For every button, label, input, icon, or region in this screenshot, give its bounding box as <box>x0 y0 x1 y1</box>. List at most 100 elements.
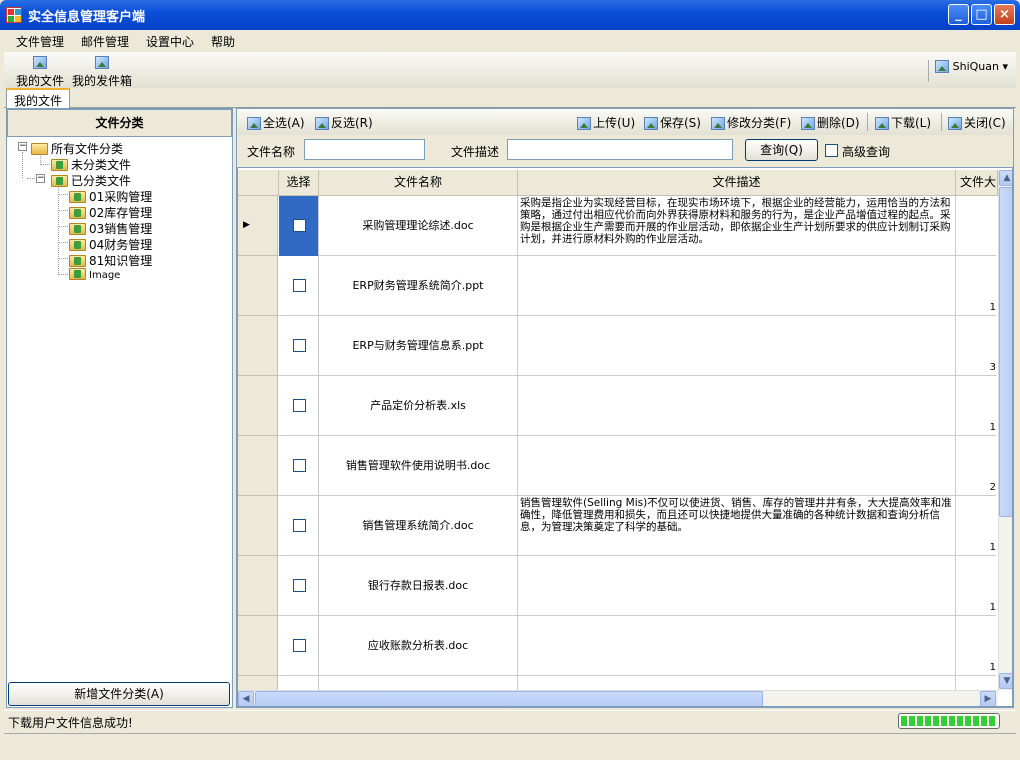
row-header[interactable] <box>238 496 278 556</box>
table-row[interactable]: 销售管理系统简介.doc 销售管理软件(Selling Mis)不仅可以使进货、销… <box>238 496 996 556</box>
tree-node-unclassified[interactable]: 未分类文件 <box>51 156 131 173</box>
file-name-cell[interactable]: 采购管理理论综述.doc <box>319 196 518 256</box>
menu-settings[interactable]: 设置中心 <box>146 33 194 50</box>
file-size-cell[interactable] <box>956 196 998 256</box>
table-row[interactable]: ▶ 采购管理理论综述.doc 采购是指企业为实现经营目标，在现实市场环境下，根据企业… <box>238 196 996 256</box>
select-cell[interactable] <box>279 616 319 676</box>
file-size-cell[interactable]: 3 <box>956 316 998 376</box>
menu-mail-management[interactable]: 邮件管理 <box>81 33 129 50</box>
row-checkbox[interactable] <box>293 519 306 532</box>
change-category-button[interactable]: 修改分类(F) <box>711 114 791 131</box>
file-size-cell[interactable]: 1 <box>956 376 998 436</box>
title-bar[interactable]: 实全信息管理客户端 _ □ × <box>0 0 1020 30</box>
tree-node-child[interactable]: 04财务管理 <box>69 236 152 253</box>
select-cell[interactable] <box>279 496 319 556</box>
menu-file-management[interactable]: 文件管理 <box>16 33 64 50</box>
file-desc-cell[interactable] <box>518 376 956 436</box>
table-row[interactable] <box>238 676 996 690</box>
table-row[interactable]: 应收账款分析表.doc 1 <box>238 616 996 676</box>
select-cell[interactable] <box>279 436 319 496</box>
tree-node-child[interactable]: 01采购管理 <box>69 188 152 205</box>
file-name-cell[interactable]: 销售管理系统简介.doc <box>319 496 518 556</box>
row-header[interactable] <box>238 676 278 690</box>
close-button[interactable]: 关闭(C) <box>948 114 1006 131</box>
save-button[interactable]: 保存(S) <box>644 114 701 131</box>
tree-node-child[interactable]: 03销售管理 <box>69 220 152 237</box>
download-button[interactable]: 下载(L) <box>875 114 931 131</box>
file-size-cell[interactable]: 1 <box>956 556 998 616</box>
maximize-button[interactable]: □ <box>971 4 992 25</box>
table-row[interactable]: 产品定价分析表.xls 1 <box>238 376 996 436</box>
file-name-cell[interactable] <box>319 676 518 690</box>
tree-node-child[interactable]: 81知识管理 <box>69 252 152 269</box>
close-window-button[interactable]: × <box>994 4 1015 25</box>
table-row[interactable]: ERP与财务管理信息系.ppt 3 <box>238 316 996 376</box>
table-row[interactable]: 银行存款日报表.doc 1 <box>238 556 996 616</box>
file-size-cell[interactable]: 1 <box>956 496 998 556</box>
tab-my-files[interactable]: 我的文件 <box>6 88 71 108</box>
column-header-select[interactable]: 选择 <box>279 170 319 196</box>
select-cell[interactable] <box>279 316 319 376</box>
user-menu[interactable]: ShiQuan ▾ <box>928 60 1008 82</box>
file-name-cell[interactable]: 销售管理软件使用说明书.doc <box>319 436 518 496</box>
tree-node-child[interactable]: 02库存管理 <box>69 204 152 221</box>
column-header-name[interactable]: 文件名称 <box>319 170 518 196</box>
file-name-cell[interactable]: ERP与财务管理信息系.ppt <box>319 316 518 376</box>
file-name-input[interactable] <box>304 139 425 160</box>
vertical-scroll-thumb[interactable] <box>999 187 1012 517</box>
file-name-cell[interactable]: 银行存款日报表.doc <box>319 556 518 616</box>
row-checkbox[interactable] <box>293 459 306 472</box>
scroll-up-icon[interactable]: ▲ <box>999 170 1012 186</box>
tree-expander[interactable]: − <box>18 142 27 151</box>
vertical-scrollbar[interactable]: ▲ ▼ <box>998 170 1012 690</box>
row-checkbox[interactable] <box>293 219 306 232</box>
select-cell[interactable] <box>279 196 319 256</box>
row-checkbox[interactable] <box>293 639 306 652</box>
tree-node-all[interactable]: 所有文件分类 <box>31 140 123 157</box>
table-row[interactable]: ERP财务管理系统简介.ppt 1 <box>238 256 996 316</box>
row-checkbox[interactable] <box>293 399 306 412</box>
file-desc-cell[interactable] <box>518 316 956 376</box>
row-header[interactable] <box>238 436 278 496</box>
horizontal-scroll-thumb[interactable] <box>255 691 763 706</box>
row-header[interactable] <box>238 556 278 616</box>
file-desc-cell[interactable]: 采购是指企业为实现经营目标，在现实市场环境下，根据企业的经营能力，运用恰当的方法… <box>518 196 956 256</box>
file-desc-cell[interactable] <box>518 436 956 496</box>
select-cell[interactable] <box>279 256 319 316</box>
file-desc-input[interactable] <box>507 139 733 160</box>
row-header[interactable]: ▶ <box>238 196 278 256</box>
row-header[interactable] <box>238 256 278 316</box>
file-size-cell[interactable]: 1 <box>956 616 998 676</box>
horizontal-scrollbar[interactable]: ◀ ▶ <box>238 690 998 706</box>
select-all-button[interactable]: 全选(A) <box>247 114 305 131</box>
row-checkbox[interactable] <box>293 339 306 352</box>
row-header[interactable] <box>238 616 278 676</box>
delete-button[interactable]: 删除(D) <box>801 114 860 131</box>
column-header-desc[interactable]: 文件描述 <box>518 170 956 196</box>
select-cell[interactable] <box>279 676 319 690</box>
menu-help[interactable]: 帮助 <box>211 33 235 50</box>
file-size-cell[interactable]: 1 <box>956 256 998 316</box>
scroll-down-icon[interactable]: ▼ <box>999 673 1012 689</box>
row-header[interactable] <box>238 376 278 436</box>
minimize-button[interactable]: _ <box>948 4 969 25</box>
table-row[interactable]: 销售管理软件使用说明书.doc 2 <box>238 436 996 496</box>
scroll-right-icon[interactable]: ▶ <box>980 691 996 706</box>
file-size-cell[interactable]: 2 <box>956 436 998 496</box>
file-desc-cell[interactable] <box>518 676 956 690</box>
tree-expander[interactable]: − <box>36 174 45 183</box>
row-header[interactable] <box>238 316 278 376</box>
row-checkbox[interactable] <box>293 279 306 292</box>
select-cell[interactable] <box>279 376 319 436</box>
file-name-cell[interactable]: 应收账款分析表.doc <box>319 616 518 676</box>
my-outbox-button[interactable]: 我的发件箱 <box>70 56 134 89</box>
tree-node-classified[interactable]: 已分类文件 <box>51 172 131 189</box>
file-name-cell[interactable]: 产品定价分析表.xls <box>319 376 518 436</box>
advanced-query-checkbox[interactable] <box>825 144 838 157</box>
invert-selection-button[interactable]: 反选(R) <box>315 114 373 131</box>
file-desc-cell[interactable] <box>518 256 956 316</box>
add-category-button[interactable]: 新增文件分类(A) <box>8 682 230 706</box>
file-desc-cell[interactable] <box>518 556 956 616</box>
file-desc-cell[interactable] <box>518 616 956 676</box>
scroll-left-icon[interactable]: ◀ <box>238 691 254 706</box>
